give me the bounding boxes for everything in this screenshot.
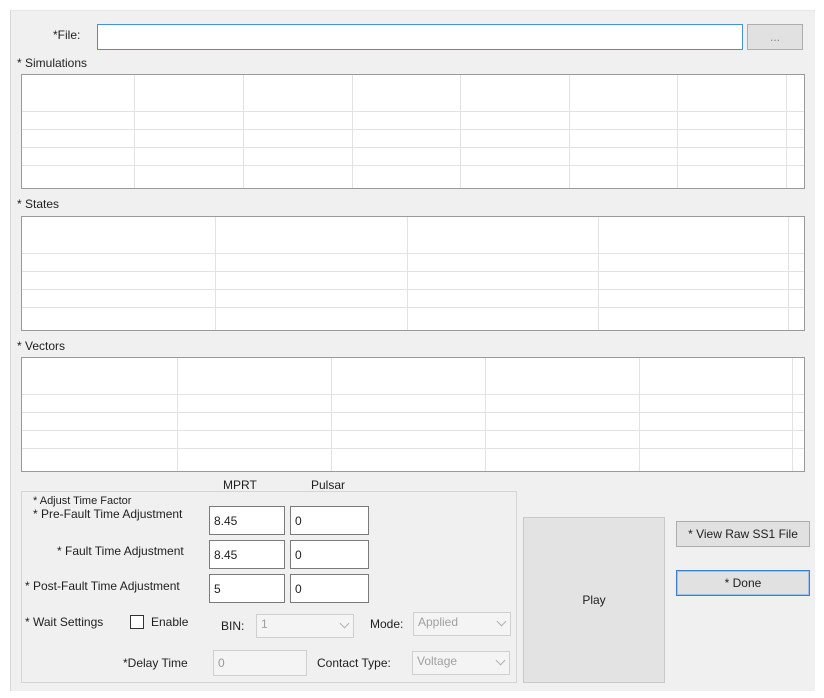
contact-type-label: Contact Type: bbox=[317, 656, 391, 670]
bin-value: 1 bbox=[261, 617, 268, 631]
adjust-time-factor-label: * Adjust Time Factor bbox=[33, 495, 132, 507]
postfault-label: * Post-Fault Time Adjustment bbox=[25, 579, 180, 593]
mode-value: Applied bbox=[418, 615, 459, 629]
prefault-label: * Pre-Fault Time Adjustment bbox=[33, 507, 183, 521]
vectors-grid[interactable] bbox=[21, 357, 805, 472]
browse-button-label: ... bbox=[769, 30, 780, 44]
delay-time-input[interactable] bbox=[213, 650, 307, 676]
prefault-pulsar-input[interactable] bbox=[290, 506, 369, 535]
pulsar-column-header: Pulsar bbox=[311, 478, 346, 492]
enable-checkbox[interactable] bbox=[130, 615, 144, 629]
wait-settings-label: * Wait Settings bbox=[25, 615, 104, 629]
states-label: * States bbox=[17, 197, 60, 211]
file-label: *File: bbox=[53, 28, 81, 42]
states-grid[interactable] bbox=[21, 216, 805, 331]
play-button[interactable]: Play bbox=[523, 517, 665, 683]
bin-select[interactable]: 1 bbox=[256, 614, 354, 638]
main-window: *File: ... * Simulations * States * Vect… bbox=[10, 10, 815, 691]
fault-mprt-input[interactable] bbox=[209, 540, 285, 569]
contact-type-value: Voltage bbox=[417, 654, 458, 668]
play-button-label: Play bbox=[582, 593, 606, 607]
postfault-pulsar-input[interactable] bbox=[290, 574, 369, 603]
chevron-down-icon bbox=[496, 616, 507, 627]
done-button-label: * Done bbox=[724, 576, 762, 590]
browse-button[interactable]: ... bbox=[747, 24, 803, 50]
chevron-down-icon bbox=[339, 618, 350, 629]
mprt-column-header: MPRT bbox=[223, 478, 257, 492]
simulations-grid[interactable] bbox=[21, 74, 805, 189]
file-path-input[interactable] bbox=[97, 24, 743, 50]
enable-label: Enable bbox=[151, 615, 189, 629]
contact-type-select[interactable]: Voltage bbox=[412, 651, 510, 675]
vectors-label: * Vectors bbox=[17, 339, 66, 353]
simulations-label: * Simulations bbox=[17, 56, 88, 70]
view-raw-ss1-file-button[interactable]: * View Raw SS1 File bbox=[676, 521, 810, 547]
postfault-mprt-input[interactable] bbox=[209, 574, 285, 603]
prefault-mprt-input[interactable] bbox=[209, 506, 285, 535]
mode-select[interactable]: Applied bbox=[413, 612, 511, 636]
mode-label: Mode: bbox=[370, 617, 404, 631]
fault-pulsar-input[interactable] bbox=[290, 540, 369, 569]
chevron-down-icon bbox=[495, 655, 506, 666]
fault-label: * Fault Time Adjustment bbox=[57, 544, 184, 558]
delay-time-label: *Delay Time bbox=[123, 656, 188, 670]
bin-label: BIN: bbox=[221, 619, 245, 633]
view-raw-ss1-file-label: * View Raw SS1 File bbox=[688, 527, 798, 541]
done-button[interactable]: * Done bbox=[676, 570, 810, 596]
